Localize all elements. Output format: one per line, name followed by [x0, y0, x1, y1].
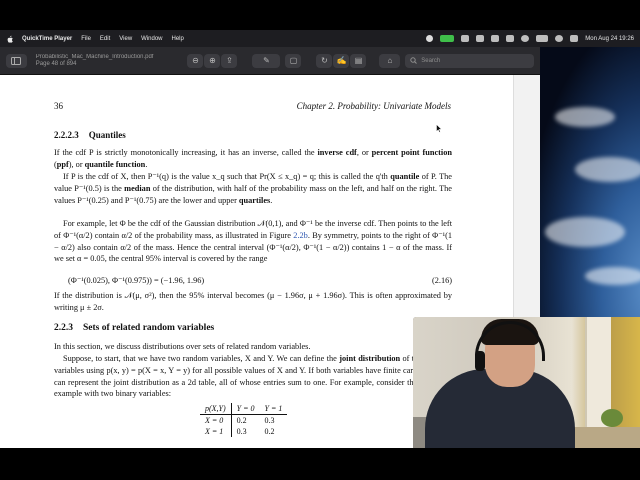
figure-link[interactable]: 2.2b	[293, 231, 308, 240]
mouse-cursor-icon	[436, 124, 442, 133]
apple-icon[interactable]	[6, 35, 14, 43]
table-cell: Y = 0	[231, 403, 260, 415]
table-cell: X = 1	[200, 426, 232, 437]
table-cell: Y = 1	[259, 403, 288, 415]
menu-app-name[interactable]: QuickTime Player	[22, 36, 72, 42]
table-row: X = 0 0.2 0.3	[200, 414, 287, 426]
equation-number: (2.16)	[431, 276, 452, 285]
camera-icon[interactable]	[440, 35, 455, 42]
term-ppf-abbrev: ppf	[56, 159, 69, 169]
table-cell: 0.3	[264, 416, 275, 425]
page-number: 36	[54, 101, 63, 111]
menubar-clock[interactable]: Mon Aug 24 19:26	[585, 36, 634, 42]
menu-bar: QuickTime Player File Edit View Window H…	[0, 30, 640, 47]
joint-distribution-table: p(X,Y) Y = 0 Y = 1 X = 0 0.2 0.3 X = 1 0…	[200, 403, 288, 437]
equation-text: (Φ⁻¹(0.025), Φ⁻¹(0.975)) = (−1.96, 1.96)	[68, 276, 205, 285]
table-cell: 0.2	[236, 416, 247, 425]
term-median: median	[124, 183, 151, 193]
table-cell: 0.2	[264, 427, 275, 436]
wifi-icon[interactable]	[521, 35, 530, 42]
table-row: X = 1 0.3 0.2	[200, 426, 287, 437]
table-cell: p(X,Y)	[200, 403, 232, 415]
term-quartiles: quartiles	[238, 195, 271, 205]
menu-help[interactable]: Help	[172, 36, 184, 42]
running-head: Chapter 2. Probability: Univariate Model…	[296, 101, 451, 111]
headphone-cup	[475, 351, 485, 371]
paragraph-gaussian-example: For example, let Φ be the cdf of the Gau…	[54, 218, 452, 265]
webcam-plant	[601, 409, 623, 427]
display-icon[interactable]	[476, 35, 485, 42]
menu-view[interactable]: View	[119, 36, 132, 42]
section-title: Quantiles	[88, 130, 126, 140]
search-icon[interactable]	[555, 35, 564, 42]
paragraph-intro-sets: In this section, we discuss distribution…	[54, 342, 311, 351]
term-quantile-function: quantile function	[84, 159, 146, 169]
term-ppf: percent point function	[371, 148, 452, 157]
battery-icon[interactable]	[536, 35, 549, 42]
text-run: Suppose, to start, that we have two rand…	[63, 354, 340, 363]
table-cell: 0.3	[236, 427, 247, 436]
section-title: Sets of related random variables	[83, 323, 215, 333]
record-icon[interactable]	[426, 35, 434, 42]
paragraph-inverse-cdf: If the cdf P is strictly monotonically i…	[54, 147, 452, 171]
a-icon[interactable]	[491, 35, 500, 42]
text-run: , or	[356, 148, 372, 157]
menu-edit[interactable]: Edit	[100, 36, 110, 42]
paragraph-quantile: If P is the cdf of X, then P⁻¹(q) is the…	[54, 171, 452, 206]
text-run: .	[145, 159, 148, 169]
section-number: 2.2.2.3	[54, 130, 79, 140]
paragraph-joint-distribution: Suppose, to start, that we have two rand…	[54, 353, 452, 400]
section-number: 2.2.3	[54, 323, 73, 333]
table-cell: X = 0	[200, 414, 232, 426]
dropbox-icon[interactable]	[461, 35, 470, 42]
text-run: .	[270, 195, 273, 205]
menu-window[interactable]: Window	[141, 36, 162, 42]
input-icon[interactable]	[506, 35, 515, 42]
term-quantile: quantile	[390, 172, 420, 181]
section-heading-quantiles: 2.2.2.3 Quantiles	[54, 130, 126, 142]
paragraph-95-interval: If the distribution is 𝒩(μ, σ²), then th…	[54, 291, 452, 312]
control-center-icon[interactable]	[570, 35, 579, 42]
equation-2-16: (Φ⁻¹(0.025), Φ⁻¹(0.975)) = (−1.96, 1.96)…	[68, 275, 452, 287]
table-header-row: p(X,Y) Y = 0 Y = 1	[200, 403, 288, 415]
term-joint-distribution: joint distribution	[339, 354, 401, 363]
text-run: ), or	[68, 159, 85, 169]
text-run: If P is the cdf of X, then P⁻¹(q) is the…	[63, 172, 391, 181]
menu-file[interactable]: File	[81, 36, 91, 42]
text-run: If the cdf P is strictly monotonically i…	[54, 148, 318, 157]
status-area: Mon Aug 24 19:26	[426, 35, 634, 42]
webcam-overlay	[413, 317, 640, 448]
section-heading-related-rvs: 2.2.3 Sets of related random variables	[54, 323, 214, 335]
term-inverse-cdf: inverse cdf	[317, 148, 357, 157]
